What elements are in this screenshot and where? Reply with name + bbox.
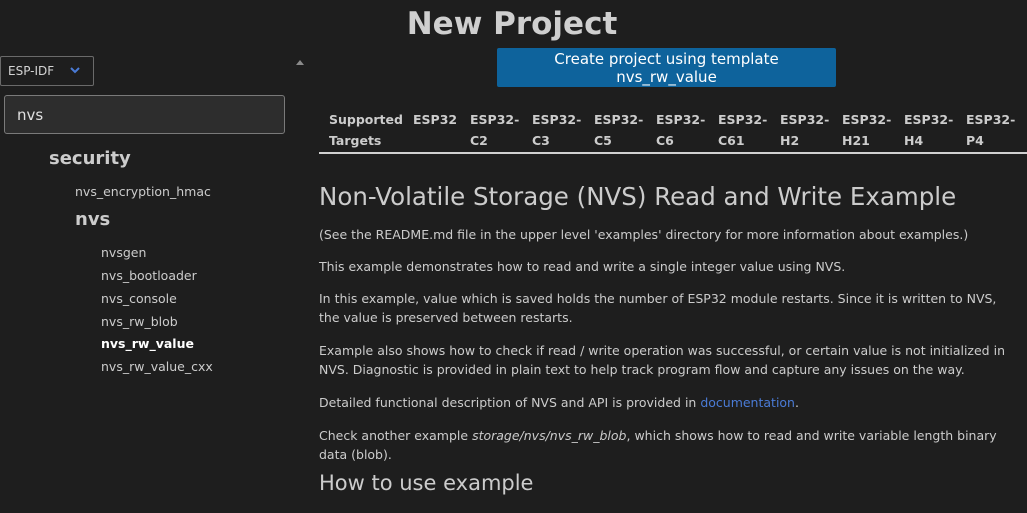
readme-section-heading: How to use example: [319, 471, 534, 495]
tree-item-nvs-console[interactable]: nvs_console: [101, 291, 177, 306]
readme-title: Non-Volatile Storage (NVS) Read and Writ…: [319, 182, 957, 211]
target-esp32-c3: ESP32- C3: [532, 112, 582, 148]
search-input[interactable]: [4, 95, 285, 134]
tree-item-nvs-encryption-hmac[interactable]: nvs_encryption_hmac: [75, 184, 211, 199]
page-title: New Project: [406, 6, 618, 42]
tree-item-security[interactable]: security: [49, 148, 131, 169]
readme-paragraph-1: (See the README.md file in the upper lev…: [319, 227, 969, 242]
readme-paragraph-3: In this example, value which is saved ho…: [319, 291, 997, 325]
framework-select-value: ESP-IDF: [8, 64, 55, 78]
supported-targets-table: Supported Targets ESP32 ESP32- C2 ESP32- C…: [319, 103, 1027, 154]
framework-select[interactable]: ESP-IDF: [0, 56, 94, 86]
create-project-button[interactable]: Create project using template nvs_rw_val…: [497, 48, 836, 87]
tree-item-nvs[interactable]: nvs: [75, 209, 110, 230]
target-esp32-h2: ESP32- H2: [780, 112, 830, 148]
tree-item-nvs-bootloader[interactable]: nvs_bootloader: [101, 268, 197, 283]
target-esp32-c61: ESP32- C61: [718, 112, 768, 148]
target-esp32-h4: ESP32- H4: [904, 112, 954, 148]
target-esp32: ESP32: [413, 112, 458, 127]
target-esp32-c5: ESP32- C5: [594, 112, 644, 148]
readme-paragraph-5: Detailed functional description of NVS a…: [319, 395, 799, 410]
chevron-down-icon: [70, 67, 80, 74]
documentation-link[interactable]: documentation: [700, 395, 795, 410]
tree-item-nvs-rw-blob[interactable]: nvs_rw_blob: [101, 314, 178, 329]
readme-paragraph-6: Check another example storage/nvs/nvs_rw…: [319, 428, 997, 462]
scroll-up-arrow[interactable]: [296, 60, 304, 65]
target-esp32-p4: ESP32- P4: [966, 112, 1016, 148]
readme-paragraph-2: This example demonstrates how to read an…: [319, 259, 846, 274]
target-esp32-c6: ESP32- C6: [656, 112, 706, 148]
tree-item-nvs-rw-value-cxx[interactable]: nvs_rw_value_cxx: [101, 359, 213, 374]
target-esp32-h21: ESP32- H21: [842, 112, 892, 148]
tree-item-nvsgen[interactable]: nvsgen: [101, 245, 146, 260]
readme-paragraph-4: Example also shows how to check if read …: [319, 343, 1005, 377]
target-esp32-c2: ESP32- C2: [470, 112, 520, 148]
targets-header: Supported Targets: [329, 112, 403, 148]
tree-item-nvs-rw-value[interactable]: nvs_rw_value: [101, 336, 194, 351]
